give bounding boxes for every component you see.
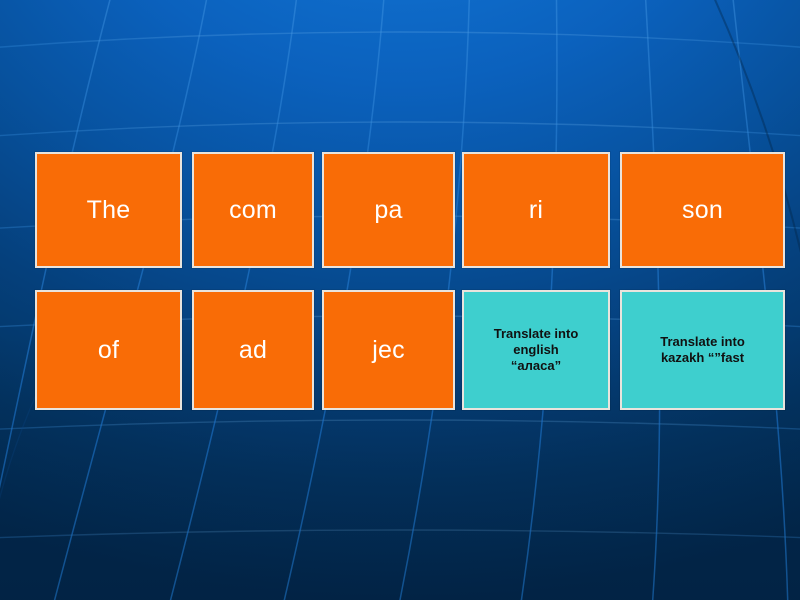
tiles-layer: The com pa ri son of ad jec Translate into engli…	[0, 0, 800, 600]
word-tile[interactable]: ri	[462, 152, 610, 268]
tile-label: of	[97, 335, 120, 364]
word-tile[interactable]: jec	[322, 290, 455, 410]
word-tile[interactable]: ad	[192, 290, 314, 410]
word-tile[interactable]: The	[35, 152, 182, 268]
word-tile[interactable]: pa	[322, 152, 455, 268]
task-tile[interactable]: Translate into kazakh “”fast	[620, 290, 785, 410]
task-tile[interactable]: Translate into english “алаca”	[462, 290, 610, 410]
tile-label: com	[229, 195, 277, 224]
tile-label: The	[86, 195, 131, 224]
tile-label: ad	[238, 335, 268, 364]
tile-label: son	[682, 195, 723, 224]
word-tile[interactable]: son	[620, 152, 785, 268]
tile-label: Translate into english “алаca”	[493, 325, 579, 374]
word-tile[interactable]: of	[35, 290, 182, 410]
tile-label: pa	[374, 195, 403, 224]
word-tile[interactable]: com	[192, 152, 314, 268]
slide-canvas: The com pa ri son of ad jec Translate into engli…	[0, 0, 800, 600]
tile-label: Translate into kazakh “”fast	[660, 333, 745, 365]
tile-label: ri	[528, 195, 544, 224]
tile-label: jec	[372, 335, 405, 364]
